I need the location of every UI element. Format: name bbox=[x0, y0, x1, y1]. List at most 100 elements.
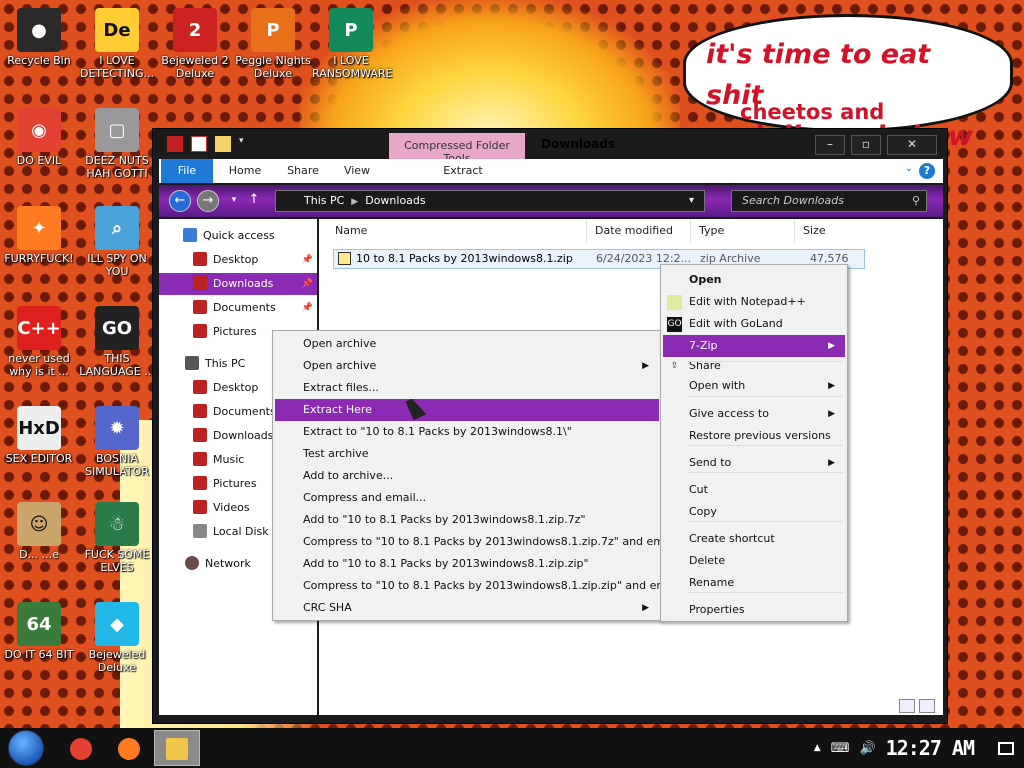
large-icons-view-icon[interactable] bbox=[919, 699, 935, 713]
desktop-icon-item[interactable]: 2 Bejeweled 2 Deluxe bbox=[156, 8, 234, 80]
desktop-icon-item[interactable]: De I LOVE DETECTING... bbox=[78, 8, 156, 80]
help-icon[interactable]: ? bbox=[919, 163, 935, 179]
desktop-icon-label: FUCK SOME ELVES bbox=[84, 548, 150, 574]
context-menu-item[interactable]: Delete bbox=[663, 550, 845, 572]
context-menu-item[interactable]: Restore previous versions bbox=[663, 425, 845, 447]
7zip-menu-item[interactable]: Add to "10 to 8.1 Packs by 2013windows8.… bbox=[275, 509, 659, 531]
qat-dropdown-icon[interactable]: ▾ bbox=[239, 136, 255, 152]
clock[interactable]: 12:27 AM bbox=[886, 736, 975, 760]
desktop-icon-item[interactable]: C++ never used why is it ... bbox=[0, 306, 78, 378]
context-menu-item[interactable]: 7-Zip ▶ bbox=[663, 335, 845, 357]
submenu-arrow-icon: ▶ bbox=[642, 603, 649, 613]
search-icon[interactable]: ⚲ bbox=[912, 191, 920, 211]
nav-quick-access[interactable]: Quick access bbox=[159, 225, 317, 247]
context-menu-item[interactable]: Open with ▶ bbox=[663, 375, 845, 397]
up-button[interactable]: ↑ bbox=[243, 190, 265, 212]
7zip-menu-item[interactable]: Extract to "10 to 8.1 Packs by 2013windo… bbox=[275, 421, 659, 443]
7zip-menu-item[interactable]: Add to archive... bbox=[275, 465, 659, 487]
desktop-icon-item[interactable]: ◆ Bejeweled Deluxe bbox=[78, 602, 156, 674]
search-input[interactable]: Search Downloads ⚲ bbox=[731, 190, 927, 212]
address-dropdown-icon[interactable]: ▾ bbox=[689, 190, 694, 212]
context-menu-item[interactable]: ⇪ Share bbox=[663, 355, 845, 377]
nav-label: Desktop bbox=[213, 381, 259, 394]
pin-icon[interactable]: 📌 bbox=[302, 249, 313, 271]
desktop-icon-item[interactable]: ☺ D... ...e bbox=[0, 502, 78, 561]
start-button[interactable] bbox=[8, 730, 44, 766]
column-type[interactable]: Type bbox=[691, 219, 795, 243]
context-menu-item[interactable]: Properties bbox=[663, 599, 845, 621]
forward-button[interactable]: → bbox=[197, 190, 219, 212]
7zip-menu-item[interactable]: Open archive ▶ bbox=[275, 355, 659, 377]
nav-qa-documents[interactable]: Documents 📌 bbox=[159, 297, 317, 319]
context-menu-item[interactable]: Edit with Notepad++ bbox=[663, 291, 845, 313]
tab-share[interactable]: Share bbox=[275, 159, 331, 183]
notepad-plus-plus-icon bbox=[667, 295, 682, 310]
back-button[interactable]: ← bbox=[169, 190, 191, 212]
recent-locations-icon[interactable]: ▾ bbox=[223, 190, 245, 212]
context-menu-item[interactable]: Create shortcut bbox=[663, 528, 845, 550]
desktop-icon-label: FURRYFUCK! bbox=[4, 252, 74, 265]
nav-qa-downloads[interactable]: Downloads 📌 bbox=[159, 273, 317, 295]
nav-qa-desktop[interactable]: Desktop 📌 bbox=[159, 249, 317, 271]
collapse-ribbon-icon[interactable]: ⌄ bbox=[905, 163, 913, 174]
column-date-modified[interactable]: Date modified bbox=[587, 219, 691, 243]
taskbar-file-explorer[interactable] bbox=[154, 730, 200, 766]
context-menu-item[interactable]: Give access to ▶ bbox=[663, 403, 845, 425]
show-hidden-icons-icon[interactable]: ▲ bbox=[814, 743, 821, 753]
context-menu-item[interactable]: Cut bbox=[663, 479, 845, 501]
tab-extract[interactable]: Extract bbox=[395, 159, 531, 183]
minimize-button[interactable]: – bbox=[815, 135, 845, 155]
7zip-menu-item[interactable]: Compress to "10 to 8.1 Packs by 2013wind… bbox=[275, 575, 680, 597]
painting-icon: ☺ bbox=[17, 502, 61, 546]
column-size[interactable]: Size bbox=[795, 219, 943, 243]
submenu-arrow-icon: ▶ bbox=[828, 409, 835, 419]
pin-icon[interactable]: 📌 bbox=[302, 273, 313, 295]
desktop-icon-item[interactable]: HxD SEX EDITOR bbox=[0, 406, 78, 465]
desktop-icon-item[interactable]: ▢ DEEZ NUTS HAH GOTTI bbox=[78, 108, 156, 180]
network-icon[interactable]: ⌨ bbox=[831, 741, 850, 756]
7zip-menu-item[interactable]: Open archive bbox=[275, 333, 659, 355]
downloads-crumb[interactable]: Downloads bbox=[365, 194, 425, 207]
desktop-icon-item[interactable]: ✹ BOSNIA SIMULATOR bbox=[78, 406, 156, 478]
tab-home[interactable]: Home bbox=[217, 159, 273, 183]
context-menu-item[interactable]: Send to ▶ bbox=[663, 452, 845, 474]
context-menu-item[interactable]: Rename bbox=[663, 572, 845, 594]
tab-file[interactable]: File bbox=[161, 159, 213, 183]
desktop-icon-item[interactable]: P Peggle Nights Deluxe bbox=[234, 8, 312, 80]
column-name[interactable]: Name bbox=[327, 219, 587, 243]
7zip-menu-item[interactable]: Extract files... bbox=[275, 377, 659, 399]
desktop-icon-item[interactable]: ● Recycle Bin bbox=[0, 8, 78, 67]
details-view-icon[interactable] bbox=[899, 699, 915, 713]
taskbar-chrome[interactable] bbox=[58, 730, 104, 766]
notifications-icon[interactable] bbox=[998, 741, 1014, 755]
7zip-menu-item[interactable]: Add to "10 to 8.1 Packs by 2013windows8.… bbox=[275, 553, 659, 575]
maximize-button[interactable]: ▫ bbox=[851, 135, 881, 155]
7zip-menu-item[interactable]: Test archive bbox=[275, 443, 659, 465]
taskbar-firefox[interactable] bbox=[106, 730, 152, 766]
pin-icon[interactable]: 📌 bbox=[302, 297, 313, 319]
7zip-menu-item[interactable]: Compress and email... bbox=[275, 487, 659, 509]
properties-icon[interactable] bbox=[191, 136, 207, 152]
this-pc-crumb[interactable]: This PC bbox=[304, 194, 344, 207]
desktop-icon-item[interactable]: 64 DO IT 64 BIT bbox=[0, 602, 78, 661]
desktop-icon-item[interactable]: ⌕ ILL SPY ON YOU bbox=[78, 206, 156, 278]
7zip-menu-item[interactable]: Extract Here bbox=[275, 399, 659, 421]
desktop-icon-item[interactable]: ☃ FUCK SOME ELVES bbox=[78, 502, 156, 574]
7zip-menu-item[interactable]: CRC SHA ▶ bbox=[275, 597, 659, 619]
new-folder-icon[interactable] bbox=[215, 136, 231, 152]
desktop-icon-item[interactable]: ◉ DO EVIL bbox=[0, 108, 78, 167]
volume-icon[interactable]: 🔊 bbox=[859, 741, 875, 756]
app-icon[interactable] bbox=[167, 136, 183, 152]
context-menu-item[interactable]: GO Edit with GoLand bbox=[663, 313, 845, 335]
context-menu-item[interactable]: Copy bbox=[663, 501, 845, 523]
address-box[interactable]: This PC ▶ Downloads bbox=[275, 190, 705, 212]
7zip-menu-item[interactable]: Compress to "10 to 8.1 Packs by 2013wind… bbox=[275, 531, 677, 553]
desktop-icon-item[interactable]: ✦ FURRYFUCK! bbox=[0, 206, 78, 265]
file-name: 10 to 8.1 Packs by 2013windows8.1.zip bbox=[356, 252, 573, 265]
context-menu-item[interactable]: Open bbox=[663, 269, 845, 291]
tab-view[interactable]: View bbox=[331, 159, 383, 183]
context-menu: Open Edit with Notepad++ GO Edit with GoLan… bbox=[660, 264, 848, 622]
desktop-icon-item[interactable]: PI LOVE RANSOMWARE bbox=[312, 8, 392, 80]
desktop-icon-item[interactable]: GO THIS LANGUAGE ... bbox=[78, 306, 156, 378]
close-button[interactable]: ✕ bbox=[887, 135, 937, 155]
